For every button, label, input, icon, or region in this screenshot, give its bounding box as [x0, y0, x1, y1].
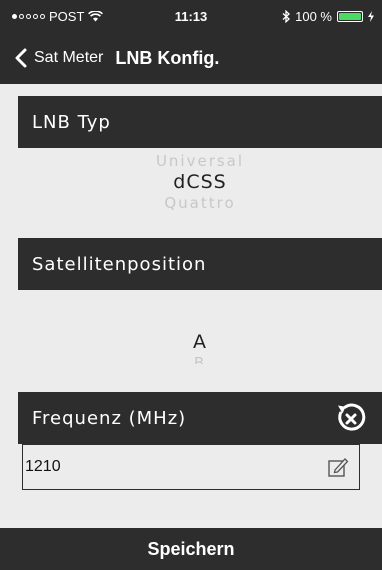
save-button-label: Speichern: [147, 538, 235, 559]
satellite-position-picker[interactable]: A B: [18, 328, 382, 364]
frequency-input[interactable]: [23, 446, 307, 488]
frequency-header-label: Frequenz (MHz): [32, 407, 187, 429]
back-button[interactable]: Sat Meter: [14, 48, 103, 68]
satellite-position-header: Satellitenposition: [18, 238, 382, 290]
frequency-field[interactable]: [22, 444, 360, 490]
save-button[interactable]: Speichern: [0, 528, 382, 570]
satellite-position-selected[interactable]: A: [18, 328, 382, 356]
status-bar: POST 11:13 100 %: [0, 0, 382, 30]
satellite-position-option-below[interactable]: B: [18, 356, 382, 364]
satellite-position-header-label: Satellitenposition: [32, 253, 207, 275]
battery-icon: [337, 11, 363, 22]
battery-area: 100 %: [282, 9, 374, 24]
lnb-type-selected[interactable]: dCSS: [18, 168, 382, 196]
chevron-left-icon: [15, 48, 27, 68]
lnb-type-option-above[interactable]: Universal: [18, 154, 382, 168]
edit-icon[interactable]: [327, 456, 349, 478]
lnb-type-header-label: LNB Typ: [32, 111, 111, 133]
reset-icon[interactable]: [332, 400, 368, 436]
battery-percent: 100 %: [295, 9, 332, 24]
app-screen: POST 11:13 100 % Sat Meter LNB Konfig. L…: [0, 0, 382, 570]
bluetooth-icon: [282, 10, 291, 23]
battery-level: [339, 13, 361, 20]
top-bar: POST 11:13 100 % Sat Meter LNB Konfig.: [0, 0, 382, 84]
lnb-type-option-below[interactable]: Quattro: [18, 196, 382, 210]
navigation-bar: Sat Meter LNB Konfig.: [0, 38, 382, 78]
config-content: LNB Typ Universal dCSS Quattro Satellite…: [6, 84, 382, 528]
frequency-header: Frequenz (MHz): [18, 392, 382, 444]
charging-icon: [368, 11, 374, 22]
page-title: LNB Konfig.: [115, 47, 220, 68]
lnb-type-header: LNB Typ: [18, 96, 382, 148]
back-button-label: Sat Meter: [34, 49, 104, 66]
lnb-type-picker[interactable]: Universal dCSS Quattro: [18, 154, 382, 210]
